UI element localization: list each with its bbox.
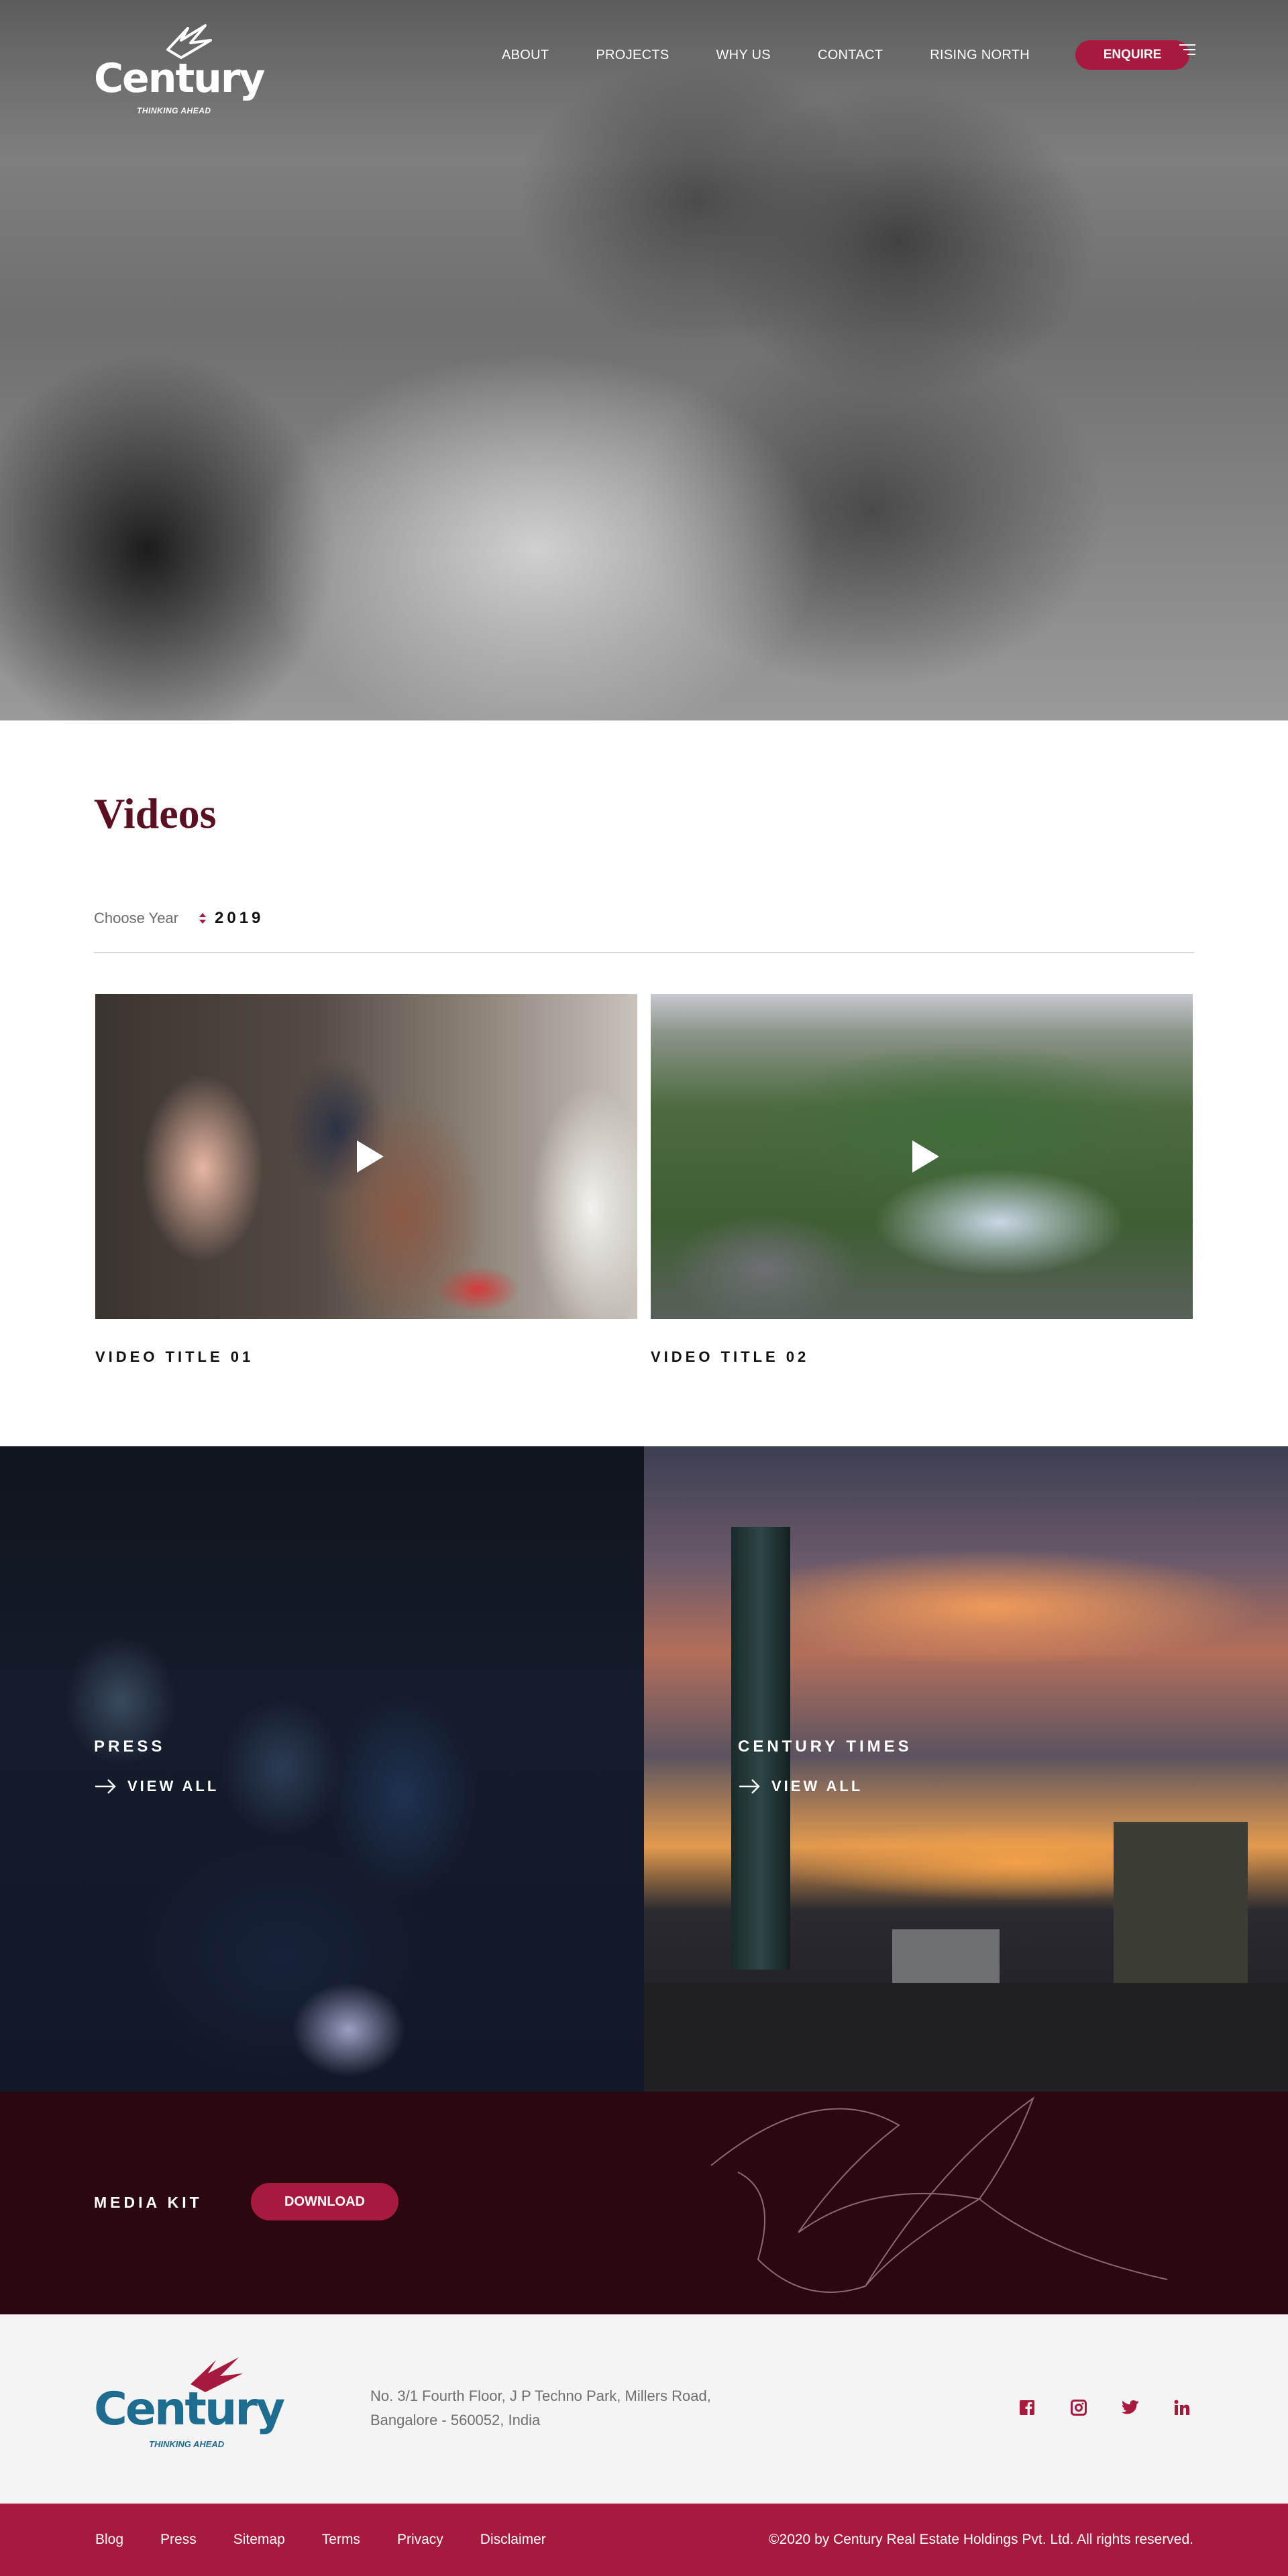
footer-logo[interactable]: Century THINKING AHEAD [94, 2355, 285, 2462]
hero-banner: Century THINKING AHEAD ABOUT PROJECTS WH… [0, 0, 1288, 720]
address-line: Bangalore - 560052, India [370, 2412, 541, 2428]
logo-wordmark: Century [94, 55, 266, 102]
footer-link-terms[interactable]: Terms [322, 2532, 360, 2548]
video-thumbnail[interactable] [651, 994, 1193, 1319]
footer-link-press[interactable]: Press [160, 2532, 197, 2548]
footer: Century THINKING AHEAD No. 3/1 Fourth Fl… [0, 2314, 1288, 2504]
page: Century THINKING AHEAD ABOUT PROJECTS WH… [0, 0, 1288, 2576]
address-line: No. 3/1 Fourth Floor, J P Techno Park, M… [370, 2387, 711, 2404]
header-logo[interactable]: Century THINKING AHEAD [94, 23, 266, 115]
video-card[interactable]: VIDEO TITLE 02 [651, 994, 1193, 1366]
nav-about[interactable]: ABOUT [502, 48, 549, 63]
century-times-view-all-link[interactable]: VIEW ALL [738, 1778, 863, 1795]
videos-heading: Videos [94, 790, 217, 837]
copyright: ©2020 by Century Real Estate Holdings Pv… [769, 2532, 1193, 2547]
view-all-label: VIEW ALL [771, 1778, 863, 1794]
video-thumbnail[interactable] [95, 994, 637, 1319]
arrow-right-icon [739, 1779, 760, 1794]
century-times-title: CENTURY TIMES [738, 1737, 912, 1756]
press-panel[interactable]: PRESS VIEW ALL [0, 1446, 644, 2092]
year-value: 2019 [215, 909, 264, 927]
linkedin-icon[interactable] [1172, 2398, 1192, 2418]
arrow-right-icon [95, 1779, 116, 1794]
office-address: No. 3/1 Fourth Floor, J P Techno Park, M… [370, 2384, 711, 2432]
nav-rising-north[interactable]: RISING NORTH [930, 48, 1030, 63]
hamburger-menu-icon[interactable] [1179, 43, 1195, 56]
play-icon[interactable] [354, 1139, 385, 1174]
main-nav: ABOUT PROJECTS WHY US CONTACT RISING NOR… [502, 40, 1190, 70]
twitter-icon[interactable] [1120, 2398, 1140, 2418]
enquire-button[interactable]: ENQUIRE [1075, 40, 1190, 70]
divider [94, 952, 1194, 953]
year-label: Choose Year [94, 910, 178, 926]
footer-bar: Blog Press Sitemap Terms Privacy Disclai… [0, 2504, 1288, 2576]
press-title: PRESS [94, 1737, 166, 1756]
nav-contact[interactable]: CONTACT [818, 48, 883, 63]
footer-link-disclaimer[interactable]: Disclaimer [480, 2532, 546, 2548]
media-kit-section: MEDIA KIT DOWNLOAD [0, 2092, 1288, 2314]
social-links [1017, 2398, 1192, 2418]
footer-link-privacy[interactable]: Privacy [397, 2532, 443, 2548]
play-icon[interactable] [910, 1139, 941, 1174]
year-filter: Choose Year 2019 [94, 909, 264, 928]
facebook-icon[interactable] [1017, 2398, 1037, 2418]
view-all-label: VIEW ALL [127, 1778, 219, 1794]
nav-projects[interactable]: PROJECTS [596, 48, 669, 63]
video-card[interactable]: VIDEO TITLE 01 [95, 994, 637, 1366]
footer-link-sitemap[interactable]: Sitemap [233, 2532, 285, 2548]
year-select[interactable]: 2019 [199, 909, 264, 928]
sort-arrows-icon [199, 913, 206, 924]
instagram-icon[interactable] [1069, 2398, 1089, 2418]
century-times-panel[interactable]: CENTURY TIMES VIEW ALL [644, 1446, 1288, 2092]
press-view-all-link[interactable]: VIEW ALL [94, 1778, 219, 1795]
logo-wordmark: Century [94, 2383, 285, 2436]
media-kit-label: MEDIA KIT [94, 2194, 203, 2211]
download-button[interactable]: DOWNLOAD [251, 2183, 398, 2220]
star-outline-icon [710, 2096, 1168, 2293]
footer-link-blog[interactable]: Blog [95, 2532, 123, 2548]
video-title[interactable]: VIDEO TITLE 02 [651, 1348, 1193, 1366]
logo-tagline: THINKING AHEAD [149, 2439, 225, 2449]
nav-why-us[interactable]: WHY US [716, 48, 771, 63]
footer-links: Blog Press Sitemap Terms Privacy Disclai… [95, 2532, 583, 2548]
logo-tagline: THINKING AHEAD [137, 106, 211, 115]
tower-building [644, 1983, 1288, 2092]
video-title[interactable]: VIDEO TITLE 01 [95, 1348, 637, 1366]
